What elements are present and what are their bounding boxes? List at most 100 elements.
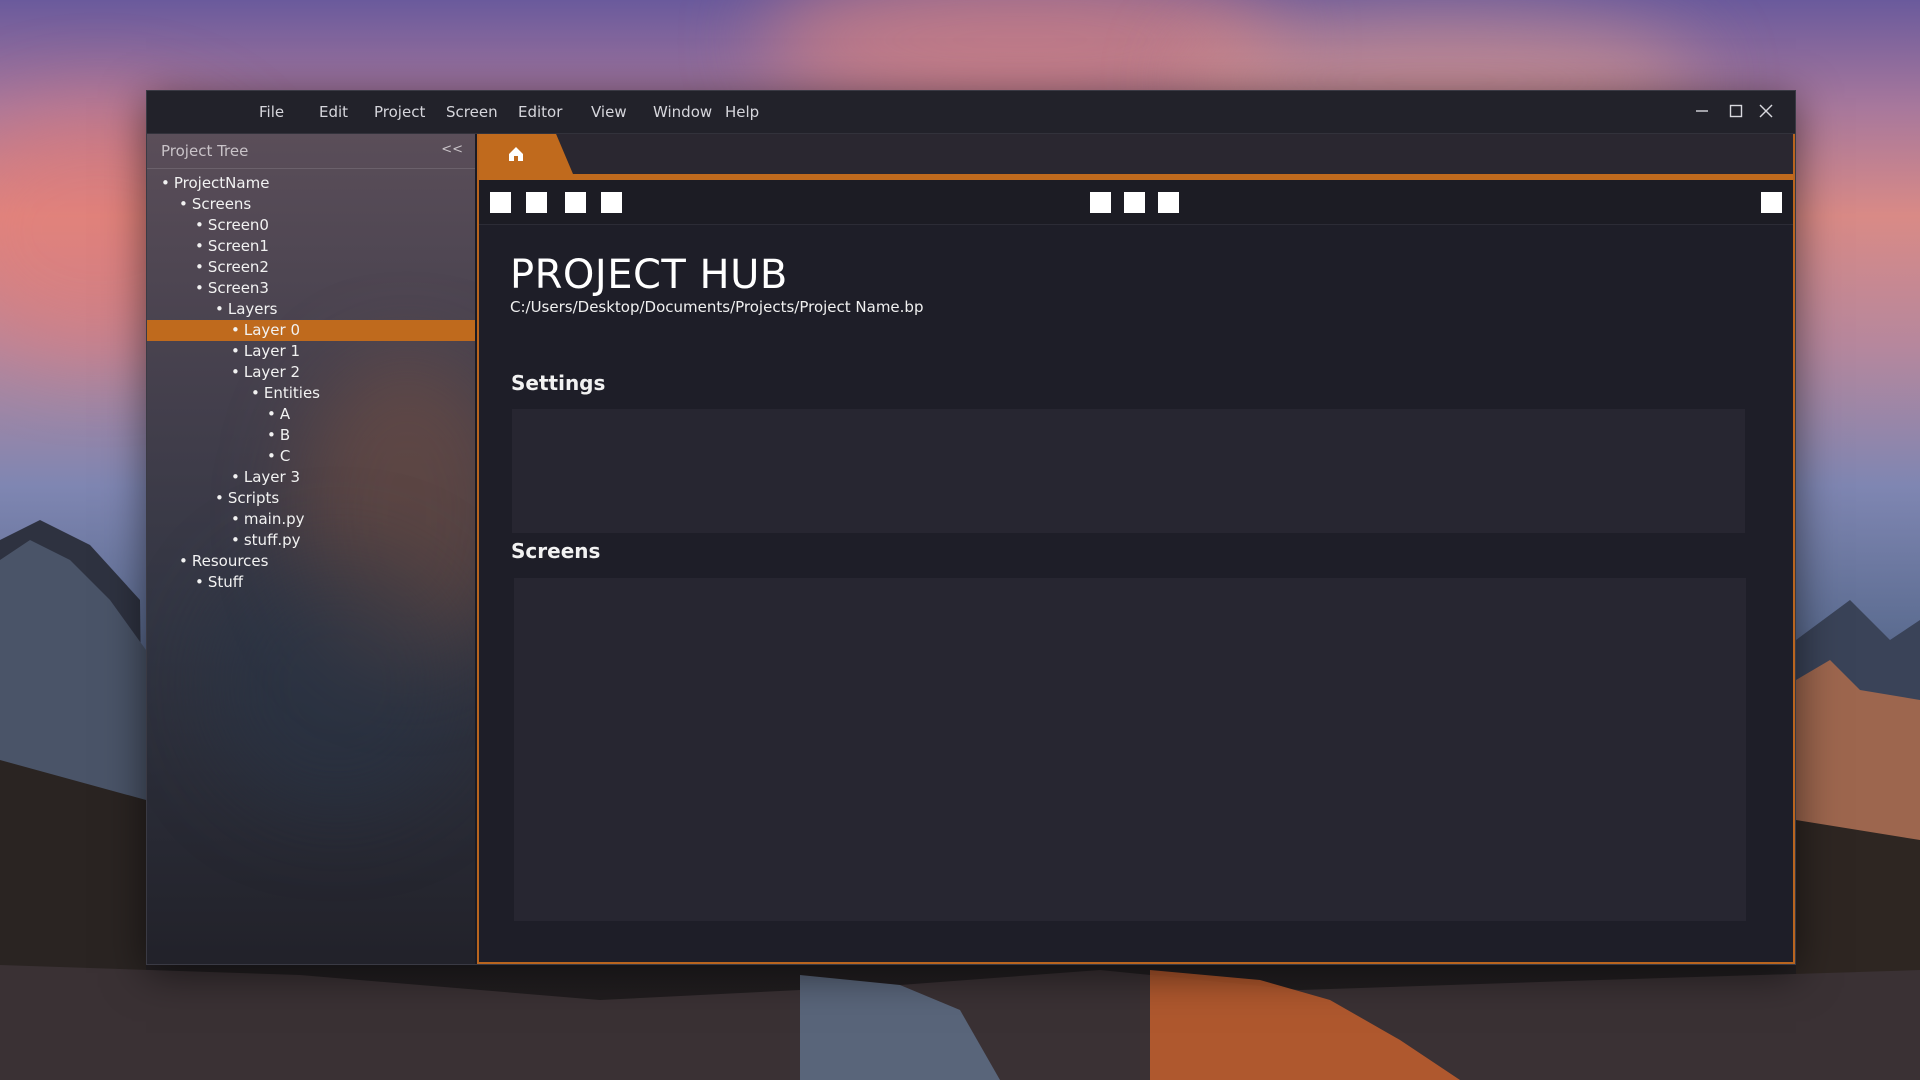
menu-view[interactable]: View (591, 91, 627, 133)
tree-item[interactable]: • Scripts (147, 488, 475, 509)
toolbar-button[interactable] (526, 192, 547, 213)
tree-item[interactable]: • Resources (147, 551, 475, 572)
sidebar-backdrop (207, 554, 467, 814)
toolbar-button[interactable] (490, 192, 511, 213)
bullet-icon: • (179, 195, 188, 213)
bullet-icon: • (267, 405, 276, 423)
bullet-icon: • (231, 531, 240, 549)
menu-edit[interactable]: Edit (319, 91, 348, 133)
tree-item[interactable]: • Layer 1 (147, 341, 475, 362)
tab-bar (479, 134, 1793, 174)
tree-item-label: Layer 0 (243, 321, 300, 339)
collapse-sidebar-button[interactable]: << (441, 134, 463, 166)
toolbar-button[interactable] (1090, 192, 1111, 213)
project-tree-header: Project Tree << (147, 134, 475, 169)
tree-item[interactable]: • Layer 3 (147, 467, 475, 488)
bullet-icon: • (215, 300, 224, 318)
project-path: C:/Users/Desktop/Documents/Projects/Proj… (510, 298, 924, 316)
bullet-icon: • (195, 279, 204, 297)
toolbar (479, 180, 1793, 225)
settings-panel (512, 409, 1745, 533)
tree-item-label: Screen0 (207, 216, 269, 234)
close-button[interactable] (1751, 97, 1781, 125)
tree-item-label: ProjectName (173, 174, 270, 192)
menu-editor[interactable]: Editor (518, 91, 562, 133)
tree-item-label: stuff.py (243, 531, 301, 549)
app-window: File Edit Project Screen Editor View Win… (146, 90, 1796, 965)
main-panel: PROJECT HUB C:/Users/Desktop/Documents/P… (477, 134, 1795, 964)
bullet-icon: • (195, 216, 204, 234)
tree-item[interactable]: • Screen1 (147, 236, 475, 257)
tree-item[interactable]: • Layer 0 (147, 320, 475, 341)
tree-item[interactable]: • ProjectName (147, 173, 475, 194)
toolbar-button[interactable] (565, 192, 586, 213)
bullet-icon: • (267, 426, 276, 444)
menu-file[interactable]: File (259, 91, 284, 133)
tree-item-label: C (279, 447, 291, 465)
tree-item-label: Screen3 (207, 279, 269, 297)
tree-item-label: Screen2 (207, 258, 269, 276)
minimize-icon (1696, 110, 1708, 112)
bullet-icon: • (251, 384, 260, 402)
menu-project[interactable]: Project (374, 91, 425, 133)
tree-item[interactable]: • Screen0 (147, 215, 475, 236)
bullet-icon: • (231, 342, 240, 360)
toolbar-button[interactable] (1158, 192, 1179, 213)
tree-item[interactable]: • B (147, 425, 475, 446)
tree-item-label: Resources (191, 552, 269, 570)
tree-item-label: main.py (243, 510, 305, 528)
tree-item-label: Layer 1 (243, 342, 300, 360)
tree-item[interactable]: • Layer 2 (147, 362, 475, 383)
menu-help[interactable]: Help (725, 91, 759, 133)
bullet-icon: • (231, 321, 240, 339)
settings-heading: Settings (511, 371, 606, 395)
toolbar-button[interactable] (601, 192, 622, 213)
menu-window[interactable]: Window (653, 91, 712, 133)
toolbar-button[interactable] (1124, 192, 1145, 213)
bullet-icon: • (231, 363, 240, 381)
bullet-icon: • (267, 447, 276, 465)
tree-item[interactable]: • Screens (147, 194, 475, 215)
tree-item[interactable]: • C (147, 446, 475, 467)
tree-item-label: Screen1 (207, 237, 269, 255)
menu-screen[interactable]: Screen (446, 91, 498, 133)
toolbar-button[interactable] (1761, 192, 1782, 213)
tree-item[interactable]: • stuff.py (147, 530, 475, 551)
screens-heading: Screens (511, 539, 601, 563)
bullet-icon: • (195, 573, 204, 591)
bullet-icon: • (215, 489, 224, 507)
tree-item-label: Layer 3 (243, 468, 300, 486)
home-icon (509, 147, 523, 161)
bullet-icon: • (195, 258, 204, 276)
tree-item-label: Screens (191, 195, 252, 213)
screens-panel (514, 578, 1746, 921)
tree-item[interactable]: • Stuff (147, 572, 475, 593)
tree-item[interactable]: • Entities (147, 383, 475, 404)
tree-item-label: B (279, 426, 291, 444)
minimize-button[interactable] (1687, 97, 1717, 125)
tree-item-label: Layers (227, 300, 278, 318)
tree-item-label: Stuff (207, 573, 244, 591)
tree-item-label: Entities (263, 384, 320, 402)
tree-item-label: Scripts (227, 489, 280, 507)
maximize-button[interactable] (1721, 97, 1751, 125)
title-bar: File Edit Project Screen Editor View Win… (147, 91, 1795, 134)
tree-item[interactable]: • Layers (147, 299, 475, 320)
bullet-icon: • (231, 468, 240, 486)
bullet-icon: • (195, 237, 204, 255)
tree-item[interactable]: • Screen3 (147, 278, 475, 299)
maximize-icon (1729, 104, 1743, 118)
project-tree-title: Project Tree (161, 142, 249, 160)
tree-item[interactable]: • main.py (147, 509, 475, 530)
page-title: PROJECT HUB (510, 252, 788, 298)
project-tree: • ProjectName • Screens • Screen0 • Screen1 • Scr… (147, 173, 475, 593)
close-icon (1759, 104, 1773, 118)
tree-item-label: A (279, 405, 291, 423)
bullet-icon: • (231, 510, 240, 528)
tree-item[interactable]: • Screen2 (147, 257, 475, 278)
project-hub-content: PROJECT HUB C:/Users/Desktop/Documents/P… (479, 224, 1793, 962)
tab-home[interactable] (479, 134, 573, 174)
tree-item[interactable]: • A (147, 404, 475, 425)
project-tree-panel: Project Tree << • ProjectName • Screens • Scr… (147, 134, 475, 964)
bullet-icon: • (161, 174, 170, 192)
